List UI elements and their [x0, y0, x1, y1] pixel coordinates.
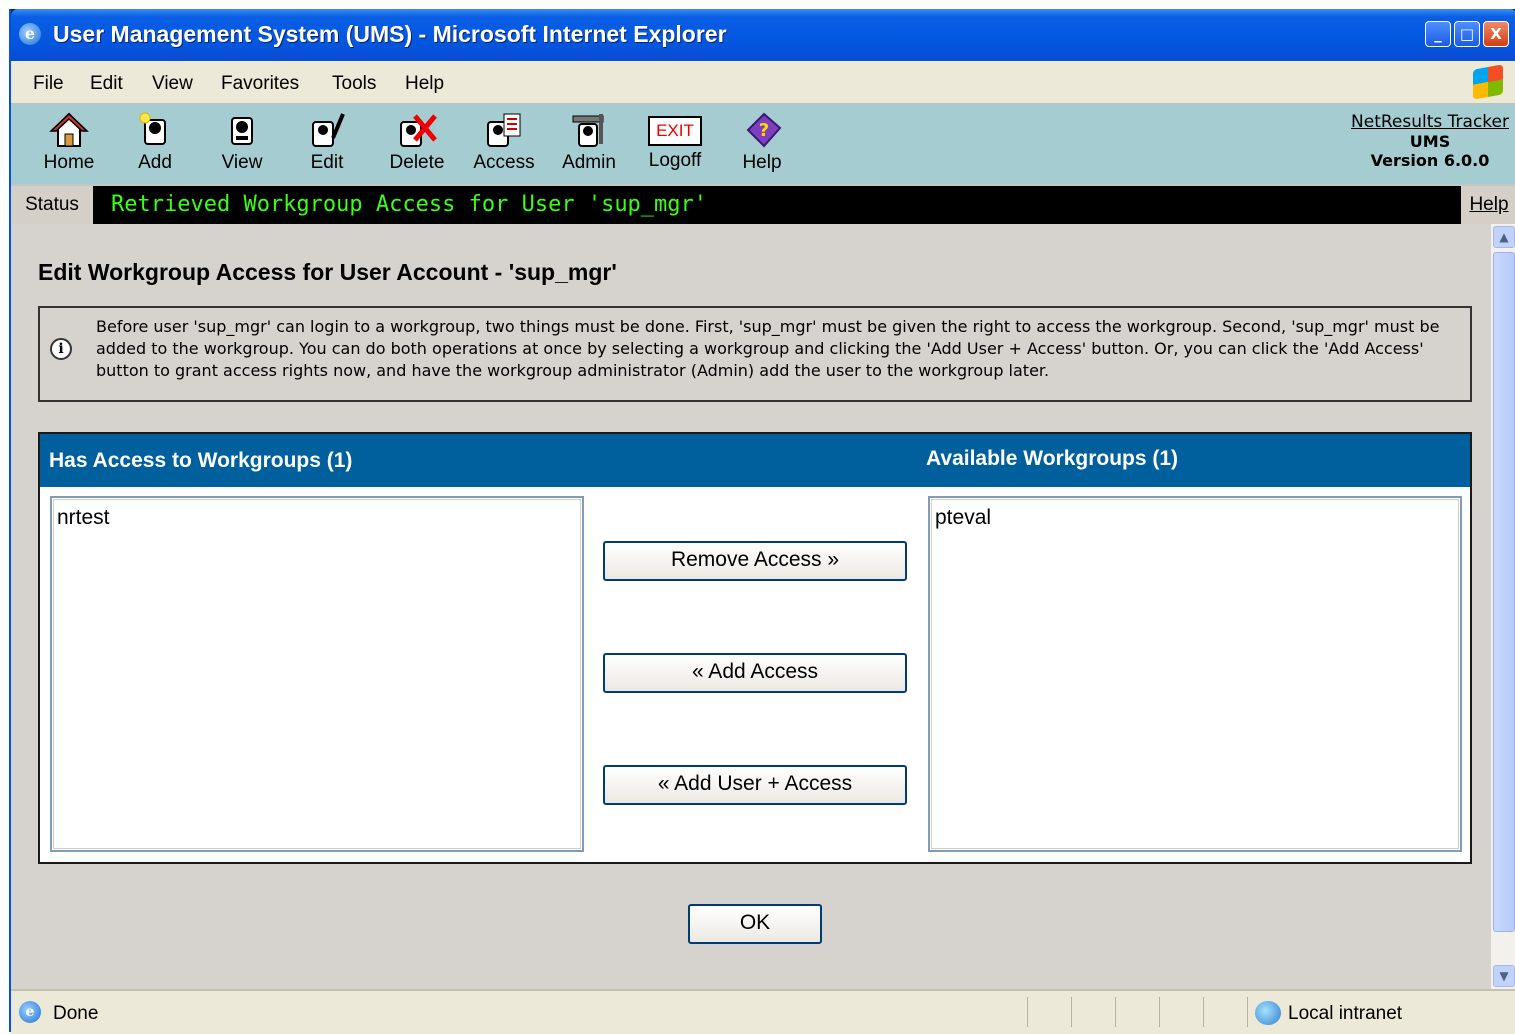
divider: [1159, 997, 1160, 1027]
status-message: Retrieved Workgroup Access for User 'sup…: [111, 192, 708, 217]
divider: [1027, 997, 1028, 1027]
ok-button[interactable]: OK: [688, 904, 822, 944]
toolbar-add-label: Add: [138, 152, 172, 173]
toolbar-logoff-button[interactable]: EXIT Logoff: [635, 110, 715, 172]
toolbar-edit-button[interactable]: Edit: [287, 110, 367, 174]
brand-link[interactable]: NetResults Tracker: [1351, 112, 1509, 132]
list-item[interactable]: nrtest: [57, 506, 110, 530]
local-intranet-icon: [1255, 1001, 1281, 1025]
exit-icon-text: EXIT: [656, 121, 694, 140]
toolbar-home-button[interactable]: Home: [29, 110, 109, 174]
exit-icon: EXIT: [648, 116, 702, 146]
toolbar-admin-label: Admin: [562, 152, 616, 173]
page-title: Edit Workgroup Access for User Account -…: [38, 259, 617, 285]
browser-status-bar: e Done Local intranet: [11, 989, 1515, 1034]
scroll-up-arrow-icon[interactable]: ▲: [1493, 226, 1515, 248]
has-access-listbox[interactable]: nrtest: [50, 496, 584, 852]
product-brand: NetResults Tracker UMS Version 6.0.0: [1351, 112, 1509, 170]
toolbar-help-button[interactable]: ? Help: [722, 110, 802, 174]
toolbar-delete-label: Delete: [389, 152, 445, 173]
info-box: i Before user 'sup_mgr' can login to a w…: [38, 306, 1472, 402]
remove-access-button[interactable]: Remove Access »: [603, 541, 907, 581]
available-title: Available Workgroups (1): [926, 447, 1179, 470]
minimize-button[interactable]: _: [1425, 21, 1451, 47]
menu-file[interactable]: File: [33, 73, 64, 95]
toolbar-admin-button[interactable]: Admin: [549, 110, 629, 174]
brand-version: Version 6.0.0: [1370, 151, 1490, 170]
divider: [1071, 997, 1072, 1027]
menu-help[interactable]: Help: [405, 73, 444, 95]
toolbar-view-button[interactable]: View: [202, 110, 282, 174]
available-listbox[interactable]: pteval: [928, 496, 1462, 852]
browser-window: e User Management System (UMS) - Microso…: [9, 9, 1515, 1034]
status-done: Done: [53, 1003, 99, 1024]
panel-header: Has Access to Workgroups (1) Available W…: [40, 434, 1470, 487]
close-button[interactable]: X: [1483, 21, 1509, 47]
view-user-icon: [231, 117, 253, 145]
windows-flag-icon: [1473, 64, 1503, 100]
page-done-icon: e: [19, 1001, 41, 1023]
toolbar-logoff-label: Logoff: [648, 150, 702, 171]
title-bar[interactable]: e User Management System (UMS) - Microso…: [11, 9, 1515, 61]
toolbar-add-button[interactable]: Add: [115, 110, 195, 174]
menu-bar: File Edit View Favorites Tools Help: [11, 61, 1515, 104]
vertical-scrollbar[interactable]: ▲ ▼: [1491, 224, 1515, 989]
security-zone: Local intranet: [1288, 1003, 1403, 1024]
info-text: Before user 'sup_mgr' can login to a wor…: [96, 317, 1440, 380]
menu-tools[interactable]: Tools: [332, 73, 376, 95]
brand-product: UMS: [1409, 132, 1451, 151]
admin-icon: [572, 114, 604, 147]
add-user-access-button[interactable]: « Add User + Access: [603, 765, 907, 805]
toolbar-edit-label: Edit: [310, 152, 344, 173]
delete-user-icon: [400, 114, 437, 147]
workgroup-access-panel: Has Access to Workgroups (1) Available W…: [38, 432, 1472, 864]
help-book-icon: ?: [746, 112, 782, 148]
toolbar-home-label: Home: [43, 152, 95, 173]
add-access-button[interactable]: « Add Access: [603, 653, 907, 693]
divider: [1115, 997, 1116, 1027]
toolbar: Home Add View Edit Delete Access Admin E…: [11, 104, 1515, 184]
menu-view[interactable]: View: [152, 73, 193, 95]
svg-text:?: ?: [759, 120, 769, 141]
menu-edit[interactable]: Edit: [90, 73, 123, 95]
has-access-title: Has Access to Workgroups (1): [49, 449, 353, 472]
toolbar-access-label: Access: [473, 152, 535, 173]
divider: [1203, 997, 1204, 1027]
access-icon: [487, 113, 521, 147]
add-user-icon: [139, 112, 166, 145]
toolbar-help-label: Help: [742, 152, 782, 173]
page-content: Edit Workgroup Access for User Account -…: [11, 224, 1491, 989]
menu-favorites[interactable]: Favorites: [221, 73, 299, 95]
status-row: Status Retrieved Workgroup Access for Us…: [11, 184, 1515, 226]
scroll-down-arrow-icon[interactable]: ▼: [1493, 965, 1515, 987]
ie-icon: e: [19, 23, 41, 45]
divider: [1247, 997, 1248, 1027]
maximize-button[interactable]: □: [1454, 21, 1480, 47]
status-label: Status: [11, 186, 93, 224]
status-help-link[interactable]: Help: [1461, 186, 1515, 224]
toolbar-access-button[interactable]: Access: [464, 110, 544, 174]
info-icon: i: [50, 338, 72, 360]
list-item[interactable]: pteval: [935, 506, 991, 530]
home-icon: [49, 112, 89, 147]
edit-user-icon: [312, 113, 345, 147]
toolbar-view-label: View: [221, 152, 263, 173]
window-title: User Management System (UMS) - Microsoft…: [53, 21, 727, 47]
toolbar-delete-button[interactable]: Delete: [377, 110, 457, 174]
scroll-thumb[interactable]: [1493, 252, 1515, 932]
